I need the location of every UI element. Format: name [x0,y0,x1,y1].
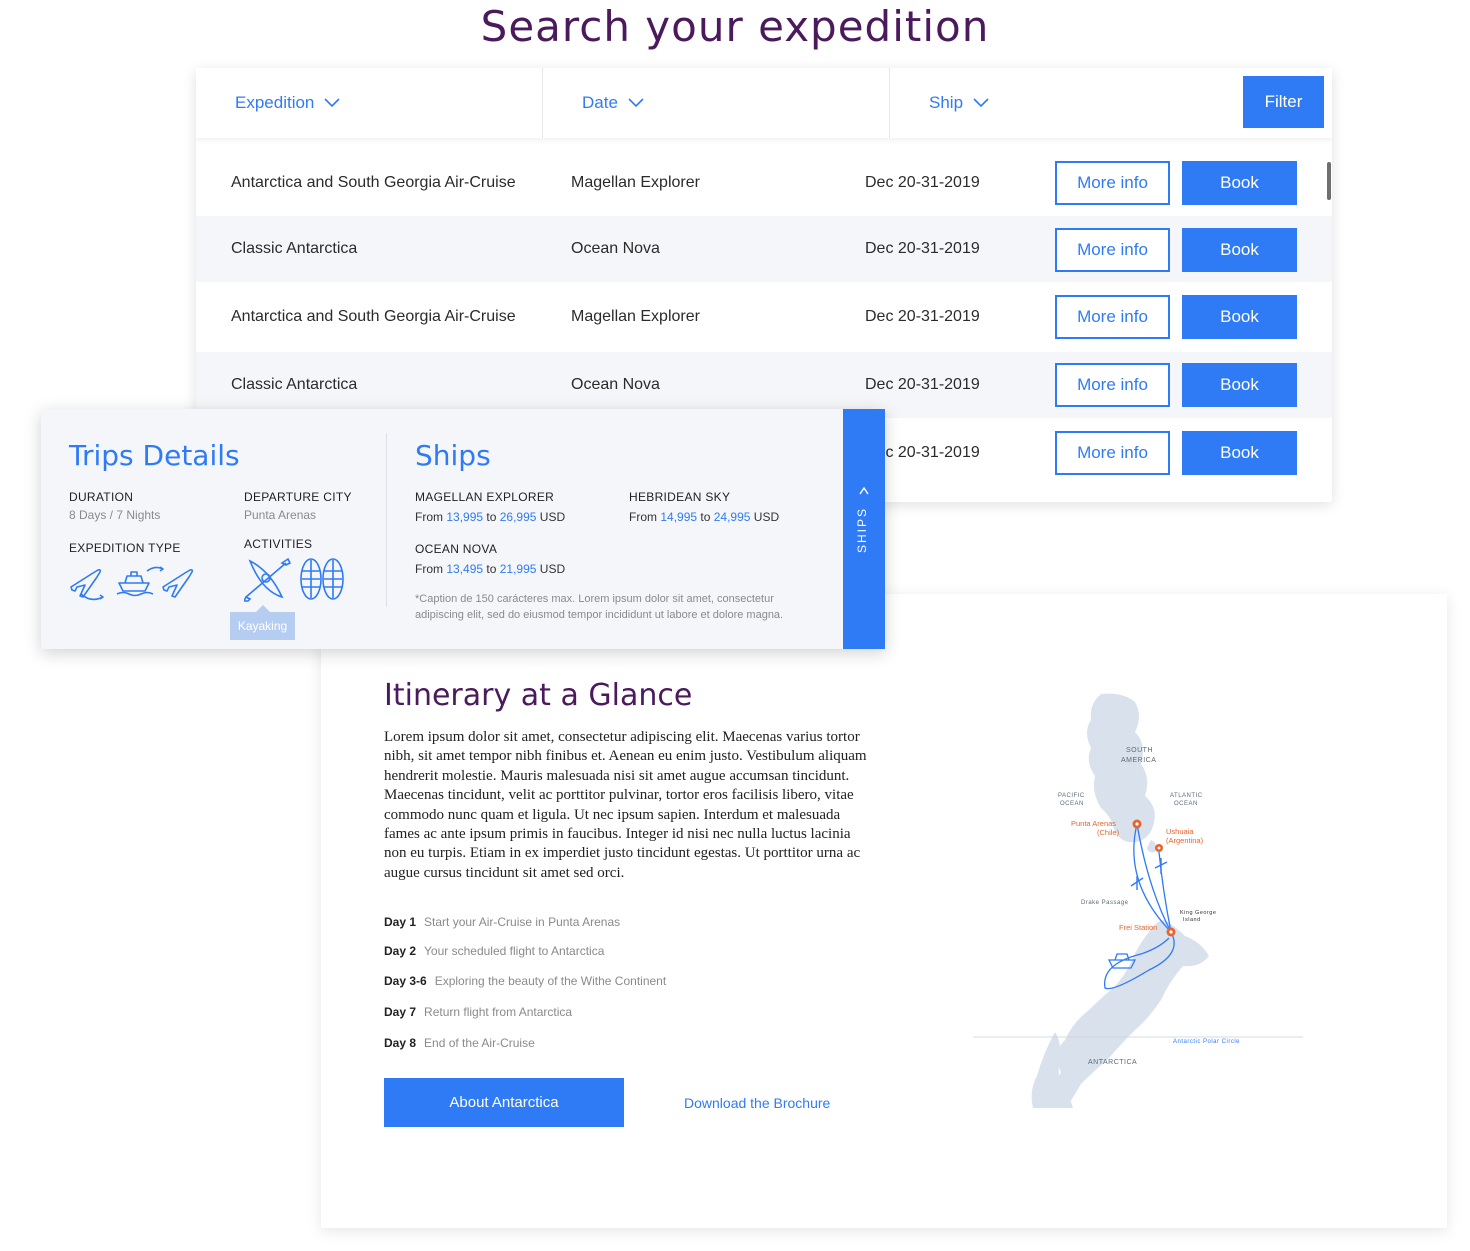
map-label: OCEAN [1174,801,1198,807]
ships-caption: *Caption de 150 carácteres max. Lorem ip… [415,593,784,621]
divider [386,433,387,607]
departure-city-value: Punta Arenas [244,508,317,522]
departure-city-label: DEPARTURE CITY [244,490,352,504]
book-button[interactable]: Book [1182,228,1297,272]
map-label: (Argentina) [1166,836,1204,845]
trip-details-panel: Trips Details DURATION 8 Days / 7 Nights… [41,409,885,649]
book-button[interactable]: Book [1182,363,1297,407]
map-label: Punta Arenas [1071,819,1116,828]
activities-label: ACTIVITIES [244,537,313,551]
itinerary-day: Day 2 Your scheduled flight to Antarctica [384,944,605,958]
download-brochure-link[interactable]: Download the Brochure [684,1095,830,1111]
table-row: Antarctica and South Georgia Air-Cruise … [196,282,1332,352]
itinerary-map: SOUTH AMERICA PACIFIC OCEAN ATLANTIC OCE… [973,693,1303,1108]
ships-title: Ships [415,439,491,472]
map-label: Frei Station [1119,923,1157,932]
more-info-button[interactable]: More info [1055,431,1170,475]
map-label: ANTARCTICA [1088,1059,1137,1066]
filter-bar: Expedition Date Ship Filter [196,68,1332,138]
chevron-down-icon [324,98,340,108]
ship-price: From 13,495 to 21,995 USD [415,562,566,576]
ship-cell: Magellan Explorer [571,174,700,191]
map-label: AMERICA [1121,757,1156,764]
book-button[interactable]: Book [1182,295,1297,339]
itinerary-day: Day 3-6 Exploring the beauty of the Withe… [384,974,667,988]
ship-price: From 13,995 to 26,995 USD [415,510,566,524]
map-label: King George [1180,910,1216,916]
ship-price: From 14,995 to 24,995 USD [629,510,780,524]
itinerary-day: Day 1 Start your Air-Cruise in Punta Aren… [384,915,621,929]
ship-filter-label: Ship [929,93,964,112]
kayaking-tooltip: Kayaking [230,605,295,640]
expedition-cell: Antarctica and South Georgia Air-Cruise [231,174,516,191]
duration-label: DURATION [69,490,134,504]
more-info-button[interactable]: More info [1055,161,1170,205]
trips-details-title: Trips Details [69,439,240,472]
scrollbar-thumb[interactable] [1327,162,1331,200]
table-row: Classic Antarctica Ocean Nova Dec 20-31-… [196,216,1332,282]
page-title: Search your expedition [480,2,990,51]
expedition-cell: Classic Antarctica [231,240,358,257]
date-cell: Dec 20-31-2019 [865,308,980,325]
map-label: ATLANTIC [1170,793,1203,799]
ships-tab[interactable]: SHIPS [843,409,885,649]
ship-cell: Magellan Explorer [571,308,700,325]
ship-name: HEBRIDEAN SKY [629,490,731,504]
table-row: Antarctica and South Georgia Air-Cruise … [196,150,1332,216]
book-button[interactable]: Book [1182,431,1297,475]
date-filter-label: Date [582,93,618,112]
map-label: Antarctic Polar Circle [1173,1039,1240,1045]
map-label: Island [1183,917,1201,923]
chevron-down-icon [628,98,644,108]
book-button[interactable]: Book [1182,161,1297,205]
itinerary-day: Day 8 End of the Air-Cruise [384,1036,535,1050]
date-cell: Dec 20-31-2019 [865,174,980,191]
itinerary-description: Lorem ipsum dolor sit amet, consectetur … [384,729,867,881]
itinerary-title: Itinerary at a Glance [384,678,693,713]
expedition-cell: Antarctica and South Georgia Air-Cruise [231,308,516,325]
map-label: Drake Passage [1081,900,1129,906]
expedition-filter-label: Expedition [235,93,315,112]
duration-value: 8 Days / 7 Nights [69,508,161,522]
ship-name: MAGELLAN EXPLORER [415,490,555,504]
snowshoe-icon [300,558,344,600]
ship-cell: Ocean Nova [571,240,660,257]
expedition-filter[interactable]: Expedition [196,68,543,138]
more-info-button[interactable]: More info [1055,363,1170,407]
about-antarctica-button[interactable]: About Antarctica [384,1078,624,1127]
map-label: (Chile) [1097,828,1120,837]
date-cell: Dec 20-31-2019 [865,240,980,257]
map-label: SOUTH [1126,747,1153,754]
chevron-up-icon [859,486,869,495]
map-label: OCEAN [1060,801,1084,807]
air-cruise-icon [70,566,194,601]
ships-tab-label: SHIPS [855,507,869,554]
more-info-button[interactable]: More info [1055,228,1170,272]
date-filter[interactable]: Date [543,68,890,138]
map-label: PACIFIC [1058,793,1085,799]
ship-filter[interactable]: Ship [890,68,1230,138]
filter-button[interactable]: Filter [1243,76,1324,128]
more-info-button[interactable]: More info [1055,295,1170,339]
itinerary-day: Day 7 Return flight from Antarctica [384,1005,573,1019]
ship-name: OCEAN NOVA [415,542,498,556]
expedition-type-label: EXPEDITION TYPE [69,541,181,555]
map-label: Ushuaia [1166,827,1194,836]
itinerary-card: Itinerary at a Glance Lorem ipsum dolor … [321,594,1447,1228]
chevron-down-icon [973,98,989,108]
